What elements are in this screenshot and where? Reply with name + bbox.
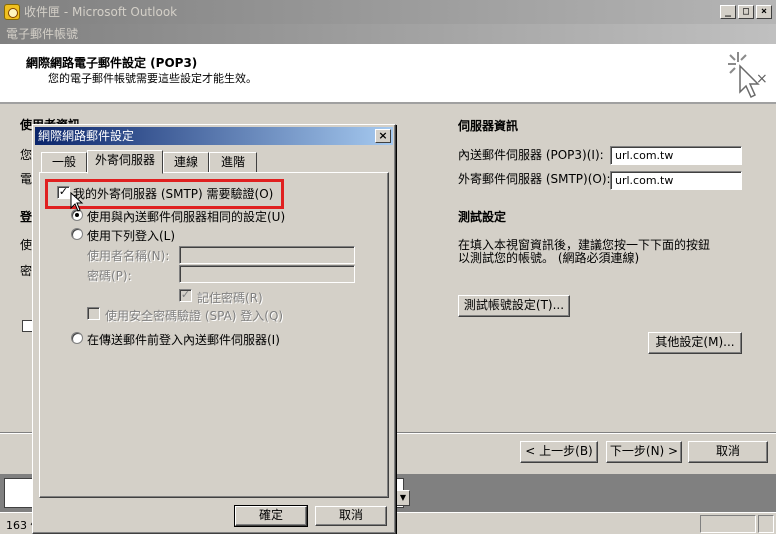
back-button[interactable]: < 上一步(B): [520, 441, 598, 463]
partial-label-5: 密: [20, 264, 33, 278]
outgoing-server-label: 外寄郵件伺服器 (SMTP)(O):: [458, 172, 611, 186]
smtp-auth-checkbox[interactable]: ✓: [57, 186, 70, 199]
status-grip[interactable]: [758, 515, 774, 533]
wizard-close-icon[interactable]: ×: [756, 71, 768, 87]
dialog-title: 網際網路郵件設定: [38, 129, 135, 143]
password-input[interactable]: [179, 265, 355, 283]
partial-label-4: 使: [20, 238, 33, 252]
login-with-radio[interactable]: [71, 228, 83, 240]
wizard-cancel-button[interactable]: 取消: [688, 441, 768, 463]
status-cell: [700, 515, 756, 533]
test-settings-label: 測試設定: [458, 210, 507, 224]
ok-button[interactable]: 確定: [234, 505, 308, 527]
scroll-down-icon[interactable]: ▼: [396, 490, 410, 506]
tab-general[interactable]: 一般: [41, 152, 87, 172]
close-icon[interactable]: ×: [756, 5, 772, 19]
outlook-caption-buttons: _ □ ×: [720, 5, 772, 19]
next-button[interactable]: 下一步(N) >: [606, 441, 682, 463]
server-info-label: 伺服器資訊: [458, 119, 519, 133]
username-label: 使用者名稱(N):: [87, 249, 170, 263]
incoming-server-label: 內送郵件伺服器 (POP3)(I):: [458, 148, 604, 162]
same-settings-label: 使用與內送郵件伺服器相同的設定(U): [87, 210, 286, 224]
login-with-label: 使用下列登入(L): [87, 229, 176, 243]
wizard-subheading: 您的電子郵件帳號需要這些設定才能生效。: [48, 72, 257, 85]
spa-label: 使用安全密碼驗證 (SPA) 登入(Q): [105, 309, 284, 323]
username-input[interactable]: [179, 246, 355, 264]
mouse-pointer-icon: [70, 192, 84, 212]
outlook-app-icon[interactable]: [4, 4, 20, 20]
minimize-icon[interactable]: _: [720, 5, 736, 19]
tab-advanced[interactable]: 進階: [209, 152, 257, 172]
outlook-titlebar: 收件匣 - Microsoft Outlook _ □ ×: [0, 0, 776, 24]
tab-connection[interactable]: 連線: [163, 152, 209, 172]
maximize-icon[interactable]: □: [738, 5, 754, 19]
partial-label-3: 登: [20, 210, 33, 224]
mail-settings-dialog: 網際網路郵件設定 × 一般 外寄伺服器 連線 進階 ✓ 我的外寄伺服器 (SMT…: [32, 124, 396, 534]
remember-password-checkbox[interactable]: ✓: [179, 289, 192, 302]
password-label: 密碼(P):: [87, 269, 132, 283]
dialog-titlebar: 網際網路郵件設定 ×: [35, 127, 393, 145]
partial-label-2: 電: [20, 172, 33, 186]
partial-label-1: 您: [20, 148, 33, 162]
test-description-line2: 以測試您的帳號。 (網路必須連線): [458, 251, 640, 265]
wizard-titlebar: 電子郵件帳號: [0, 24, 776, 44]
dialog-close-icon[interactable]: ×: [375, 129, 391, 143]
dialog-cancel-button[interactable]: 取消: [315, 506, 387, 526]
outgoing-server-input[interactable]: url.com.tw: [610, 171, 742, 190]
more-settings-button[interactable]: 其他設定(M)...: [648, 332, 742, 354]
log-on-before-radio[interactable]: [71, 332, 83, 344]
smtp-auth-label: 我的外寄伺服器 (SMTP) 需要驗證(O): [73, 187, 274, 201]
remember-password-label: 記住密碼(R): [197, 291, 263, 305]
wizard-header: 網際網路電子郵件設定 (POP3) 您的電子郵件帳號需要這些設定才能生效。 ×: [0, 44, 776, 104]
wizard-heading: 網際網路電子郵件設定 (POP3): [26, 56, 198, 70]
tab-outgoing-server[interactable]: 外寄伺服器: [87, 150, 163, 174]
test-account-button[interactable]: 測試帳號設定(T)...: [458, 295, 570, 317]
spa-checkbox[interactable]: [87, 307, 100, 320]
incoming-server-input[interactable]: url.com.tw: [610, 146, 742, 165]
log-on-before-label: 在傳送郵件前登入內送郵件伺服器(I): [87, 333, 280, 347]
outlook-title: 收件匣 - Microsoft Outlook: [24, 5, 178, 19]
